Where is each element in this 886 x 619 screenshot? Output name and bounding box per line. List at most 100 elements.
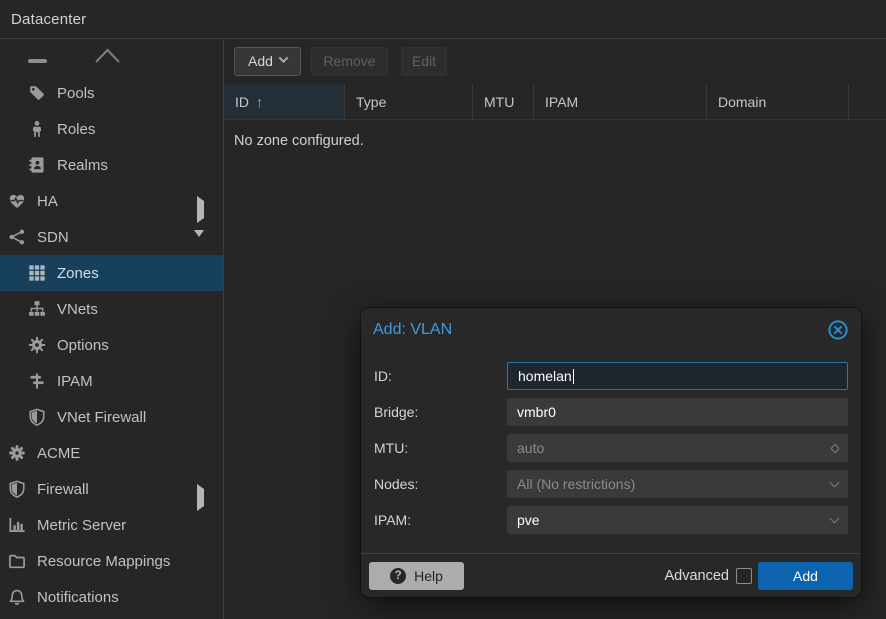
zones-toolbar: Add Remove Edit <box>224 39 886 83</box>
column-label: Type <box>356 94 386 110</box>
nodes-select[interactable]: All (No restrictions) <box>507 470 848 498</box>
sidebar-item-options[interactable]: Options <box>0 327 223 363</box>
edit-button-label: Edit <box>412 53 436 69</box>
network-nodes-icon <box>8 228 26 246</box>
dialog-title: Add: VLAN <box>373 321 452 339</box>
sidebar-item-label: Pools <box>57 85 95 102</box>
dialog-footer: ? Help Advanced Add <box>361 553 861 597</box>
form-row-nodes: Nodes: All (No restrictions) <box>374 470 848 498</box>
sidebar-item-firewall[interactable]: Firewall <box>0 471 223 507</box>
chevron-down-icon <box>279 53 289 63</box>
dialog-header[interactable]: Add: VLAN <box>361 308 861 352</box>
sidebar-item-pools[interactable]: Pools <box>0 75 223 111</box>
add-button[interactable]: Add <box>234 47 301 76</box>
id-field[interactable]: homelan <box>507 362 848 390</box>
column-header-type[interactable]: Type <box>345 84 473 119</box>
sidebar-item-resource-mappings[interactable]: Resource Mappings <box>0 543 223 579</box>
sidebar-item-label: VNet Firewall <box>57 409 146 426</box>
bridge-field-value: vmbr0 <box>517 404 556 420</box>
ipam-field-label: IPAM: <box>374 512 507 528</box>
mtu-field[interactable]: auto <box>507 434 848 462</box>
sidebar-item-label: Resource Mappings <box>37 553 170 570</box>
sidebar-item-label: Roles <box>57 121 95 138</box>
form-row-id: ID: homelan <box>374 362 848 390</box>
sidebar-item-label: ACME <box>37 445 80 462</box>
column-header-filler <box>849 84 886 119</box>
chevron-up-icon <box>94 47 121 64</box>
mtu-field-label: MTU: <box>374 440 507 456</box>
sidebar-item-label: SDN <box>37 229 69 246</box>
address-book-icon <box>28 156 46 174</box>
sidebar-item-label: IPAM <box>57 373 93 390</box>
ipam-select-value: pve <box>517 512 540 528</box>
zones-table-header: ID ↑ Type MTU IPAM Domain <box>224 84 886 120</box>
gear-icon <box>28 336 46 354</box>
chevron-right-icon[interactable] <box>197 201 204 218</box>
sidebar-item-realms[interactable]: Realms <box>0 147 223 183</box>
add-vlan-dialog: Add: VLAN ID: homelan Bridge: vmbr0 MTU:… <box>361 308 861 597</box>
sidebar-item-zones[interactable]: Zones <box>0 255 223 291</box>
chevron-down-icon[interactable] <box>831 483 838 486</box>
sidebar-item-metric-server[interactable]: Metric Server <box>0 507 223 543</box>
certificate-icon <box>8 444 26 462</box>
column-header-id[interactable]: ID ↑ <box>224 84 345 119</box>
chevron-down-icon[interactable] <box>194 237 204 254</box>
sidebar-item-vnet-firewall[interactable]: VNet Firewall <box>0 399 223 435</box>
ipam-select[interactable]: pve <box>507 506 848 534</box>
bar-chart-icon <box>8 516 26 534</box>
sidebar-item-notifications[interactable]: Notifications <box>0 579 223 615</box>
page-title: Datacenter <box>11 11 86 28</box>
sidebar-item-ipam[interactable]: IPAM <box>0 363 223 399</box>
sidebar-item-label: VNets <box>57 301 98 318</box>
bridge-field[interactable]: vmbr0 <box>507 398 848 426</box>
sidebar: Pools Roles Realms HA SDN <box>0 39 224 619</box>
column-label: ID <box>235 94 249 110</box>
dialog-body: ID: homelan Bridge: vmbr0 MTU: auto <box>361 352 861 534</box>
sidebar-item-ha[interactable]: HA <box>0 183 223 219</box>
sidebar-item-label: Zones <box>57 265 99 282</box>
table-empty-message: No zone configured. <box>224 120 886 162</box>
heartbeat-icon <box>8 192 26 210</box>
sidebar-item-vnets[interactable]: VNets <box>0 291 223 327</box>
id-field-label: ID: <box>374 368 507 384</box>
bridge-field-label: Bridge: <box>374 404 507 420</box>
form-row-ipam: IPAM: pve <box>374 506 848 534</box>
tag-icon <box>28 84 46 102</box>
id-field-value: homelan <box>518 368 572 384</box>
bell-icon <box>8 588 26 606</box>
sitemap-icon <box>28 300 46 318</box>
sidebar-item-sdn[interactable]: SDN <box>0 219 223 255</box>
grid-icon <box>28 264 46 282</box>
spinner-stepper[interactable] <box>832 445 838 452</box>
text-cursor <box>573 369 574 384</box>
signpost-icon <box>28 372 46 390</box>
sidebar-item-label: Realms <box>57 157 108 174</box>
user-icon <box>28 120 46 138</box>
chevron-down-icon[interactable] <box>831 519 838 522</box>
add-submit-label: Add <box>793 568 818 584</box>
add-button-label: Add <box>248 53 273 69</box>
column-header-ipam[interactable]: IPAM <box>534 84 707 119</box>
sidebar-item-label: Notifications <box>37 589 119 606</box>
remove-button[interactable]: Remove <box>311 47 388 76</box>
partial-node-icon <box>28 59 47 63</box>
chevron-right-icon[interactable] <box>197 489 204 506</box>
sidebar-item-acme[interactable]: ACME <box>0 435 223 471</box>
shield-icon <box>28 408 46 426</box>
form-row-bridge: Bridge: vmbr0 <box>374 398 848 426</box>
add-submit-button[interactable]: Add <box>758 562 853 590</box>
edit-button[interactable]: Edit <box>401 47 447 76</box>
question-circle-icon: ? <box>390 568 406 584</box>
nodes-field-label: Nodes: <box>374 476 507 492</box>
sidebar-item-label: Metric Server <box>37 517 126 534</box>
shield-icon <box>8 480 26 498</box>
column-label: IPAM <box>545 94 578 110</box>
sidebar-item-partial[interactable] <box>0 39 223 75</box>
column-header-domain[interactable]: Domain <box>707 84 849 119</box>
form-row-mtu: MTU: auto <box>374 434 848 462</box>
help-button[interactable]: ? Help <box>369 562 464 590</box>
sidebar-item-roles[interactable]: Roles <box>0 111 223 147</box>
advanced-checkbox[interactable] <box>736 568 752 584</box>
column-header-mtu[interactable]: MTU <box>473 84 534 119</box>
close-icon[interactable] <box>827 319 849 341</box>
